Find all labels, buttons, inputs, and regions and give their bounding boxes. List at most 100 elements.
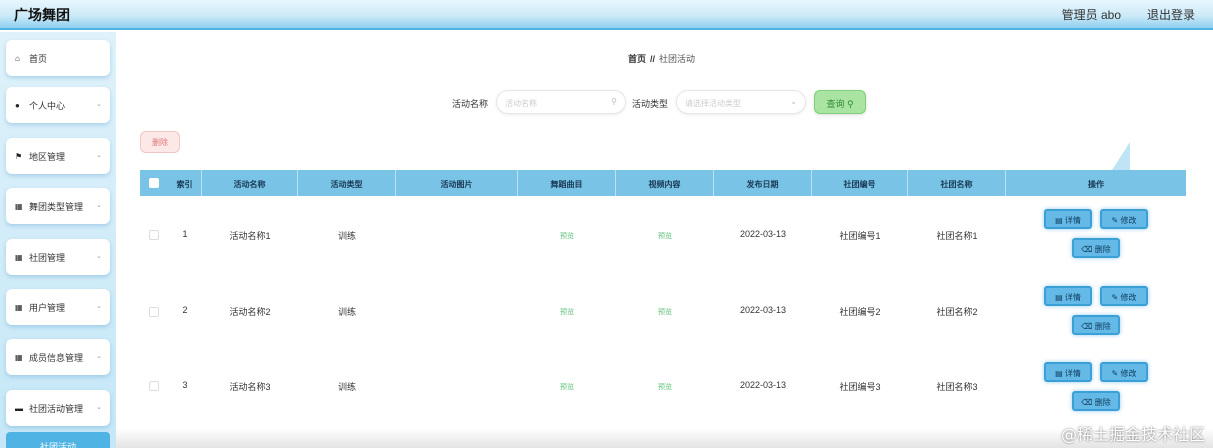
detail-button[interactable]: ▤ 详情 [1044,286,1092,306]
detail-button[interactable]: ▤ 详情 [1044,362,1092,382]
column-header-dance-music: 舞蹈曲目 [518,170,616,196]
activity-name-placeholder: 活动名称 [505,99,537,108]
music-preview-link[interactable]: 预览 [518,382,616,392]
cell-club-name: 社团名称1 [936,231,978,241]
column-header-video: 视频内容 [616,170,714,196]
music-preview-link[interactable]: 预览 [518,231,616,241]
sidebar-item-label: 地区管理 [29,151,66,162]
chevron-down-icon: ⌄ [96,101,102,108]
delete-label: 删除 [1094,398,1111,407]
logout-link[interactable]: 退出登录 [1147,6,1195,23]
column-header-activity-name: 活动名称 [202,170,298,196]
delete-button[interactable]: ⌫ 删除 [1072,315,1120,335]
trash-icon: ⌫ [1081,245,1093,254]
cell-publish-date: 2022-03-13 [739,380,787,390]
column-header-activity-type: 活动类型 [298,170,396,196]
search-icon: ⚲ [611,97,617,106]
row-checkbox[interactable] [149,381,159,391]
row-checkbox[interactable] [149,307,159,317]
delete-label: 删除 [1094,322,1111,331]
chevron-down-icon: ⌄ [96,152,102,159]
edit-label: 修改 [1120,216,1137,225]
home-icon: ⌂ [15,53,20,63]
sidebar-item-club-activity[interactable]: ▬ 社团活动管理 ⌄ [6,390,110,426]
delete-button[interactable]: ⌫ 删除 [1072,238,1120,258]
sidebar-item-label: 社团管理 [29,252,66,263]
activity-type-placeholder: 请选择活动类型 [685,99,741,108]
detail-label: 详情 [1064,293,1081,302]
column-header-actions: 操作 [1088,180,1104,189]
edit-button[interactable]: ✎ 修改 [1100,209,1148,229]
detail-label: 详情 [1064,369,1081,378]
cell-club-number: 社团编号1 [839,231,881,241]
trash-icon: ⌫ [1081,398,1093,407]
app-title: 广场舞团 [14,7,70,23]
cell-index: 3 [182,380,188,390]
cell-activity-type: 训练 [337,231,356,241]
activity-name-input[interactable]: 活动名称 ⚲ [496,90,626,114]
chevron-down-icon: ⌄ [96,353,102,360]
detail-label: 详情 [1064,216,1081,225]
music-preview-link[interactable]: 预览 [518,307,616,317]
breadcrumb-home[interactable]: 首页 [628,54,646,64]
bulk-delete-button[interactable]: 删除 [140,131,180,153]
breadcrumb: 首页 //社团活动 [628,52,695,65]
column-header-index: 索引 [168,170,202,196]
cell-activity-name: 活动名称2 [229,307,271,317]
grid-icon: ▦ [15,302,23,312]
cell-publish-date: 2022-03-13 [739,305,787,315]
select-all-checkbox[interactable] [149,178,159,188]
cell-publish-date: 2022-03-13 [739,229,787,239]
sidebar-item-label: 首页 [29,53,48,64]
video-preview-link[interactable]: 预览 [616,231,714,241]
activity-name-label: 活动名称 [452,99,489,109]
sidebar-item-home[interactable]: ⌂ 首页 [6,40,110,76]
cell-club-number: 社团编号2 [839,307,881,317]
edit-button[interactable]: ✎ 修改 [1100,362,1148,382]
sidebar-item-region[interactable]: ⚑ 地区管理 ⌄ [6,138,110,174]
sidebar-item-users[interactable]: ▦ 用户管理 ⌄ [6,289,110,325]
sidebar-item-members[interactable]: ▦ 成员信息管理 ⌄ [6,339,110,375]
cell-activity-name: 活动名称1 [229,231,271,241]
video-preview-link[interactable]: 预览 [616,382,714,392]
grid-icon: ▦ [15,201,23,211]
video-preview-link[interactable]: 预览 [616,307,714,317]
search-button-label: 查询 [826,99,845,109]
edit-label: 修改 [1120,369,1137,378]
activity-type-label: 活动类型 [632,99,669,109]
detail-icon: ▤ [1055,369,1063,378]
edit-icon: ✎ [1111,293,1119,302]
sidebar-subitem-club-activity[interactable]: 社团活动 [6,432,110,448]
search-icon: ⚲ [846,99,854,109]
cell-club-name: 社团名称3 [936,382,978,392]
search-button[interactable]: 查询 ⚲ [814,90,866,114]
sidebar: ⌂ 首页 ● 个人中心 ⌄ ⚑ 地区管理 ⌄ ▦ 舞团类型管理 ⌄ ▦ 社团管理… [0,32,116,448]
detail-button[interactable]: ▤ 详情 [1044,209,1092,229]
sidebar-item-dance-type[interactable]: ▦ 舞团类型管理 ⌄ [6,188,110,224]
admin-user-label: 管理员 abo [1061,8,1121,22]
person-icon: ● [15,100,20,110]
delete-label: 删除 [1094,245,1111,254]
cell-index: 2 [182,305,188,315]
column-header-activity-image: 活动图片 [396,170,518,196]
delete-button[interactable]: ⌫ 删除 [1072,391,1120,411]
activity-type-select[interactable]: 请选择活动类型 ⌄ [676,90,806,114]
cell-activity-type: 训练 [337,307,356,317]
decorative-triangle [1112,142,1130,170]
chevron-down-icon: ⌄ [790,97,797,106]
detail-icon: ▤ [1055,293,1063,302]
chevron-down-icon: ⌄ [96,303,102,310]
sidebar-item-personal-center[interactable]: ● 个人中心 ⌄ [6,87,110,123]
top-bar: 广场舞团 管理员 abo 退出登录 [0,0,1213,30]
detail-icon: ▤ [1055,216,1063,225]
sidebar-item-club[interactable]: ▦ 社团管理 ⌄ [6,239,110,275]
grid-icon: ▦ [15,252,23,262]
edit-label: 修改 [1120,293,1137,302]
cell-index: 1 [182,229,188,239]
watermark: @稀土掘金技术社区 [1060,425,1205,444]
chevron-down-icon: ⌄ [96,253,102,260]
cell-activity-name: 活动名称3 [229,382,271,392]
edit-button[interactable]: ✎ 修改 [1100,286,1148,306]
cell-activity-type: 训练 [337,382,356,392]
row-checkbox[interactable] [149,230,159,240]
